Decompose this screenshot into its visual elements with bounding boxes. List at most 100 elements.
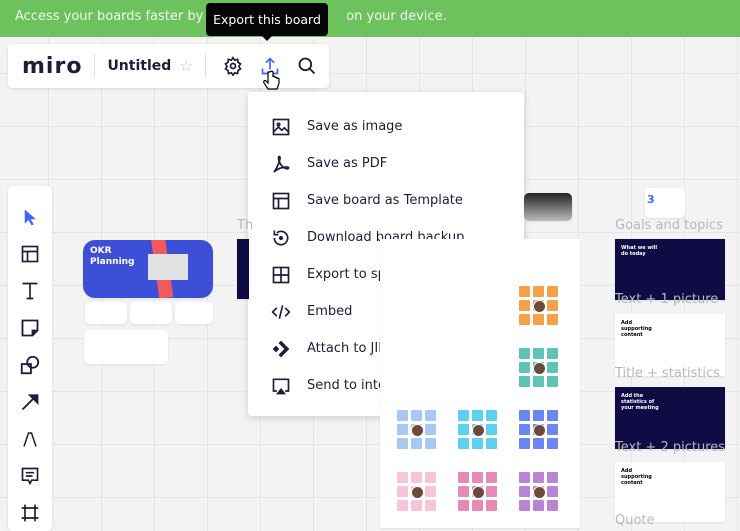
team-tile bbox=[486, 500, 497, 511]
avatar bbox=[411, 424, 424, 437]
team-tile bbox=[397, 500, 408, 511]
team-tile bbox=[397, 486, 408, 497]
avatar bbox=[533, 424, 546, 437]
team-tile bbox=[533, 286, 544, 297]
team-tile bbox=[425, 486, 436, 497]
jira-icon bbox=[270, 338, 292, 360]
okr-note[interactable] bbox=[175, 302, 213, 324]
team-tile bbox=[411, 472, 422, 483]
team-tile bbox=[547, 314, 558, 325]
okr-card[interactable]: OKR Planning bbox=[83, 240, 213, 298]
tool-sticky-note[interactable] bbox=[8, 309, 52, 346]
menu-item-save-template[interactable]: Save board as Template bbox=[248, 182, 524, 219]
team-tile bbox=[547, 424, 558, 435]
team-tile bbox=[397, 424, 408, 435]
settings-icon[interactable] bbox=[218, 51, 248, 81]
okr-note[interactable] bbox=[130, 302, 172, 324]
avatar bbox=[533, 300, 546, 313]
video-thumbnail[interactable] bbox=[524, 193, 572, 221]
tool-shapes[interactable] bbox=[8, 346, 52, 383]
team-tile bbox=[547, 348, 558, 359]
team-tile bbox=[397, 472, 408, 483]
team-tile bbox=[519, 472, 530, 483]
text-icon bbox=[22, 282, 38, 299]
team-tile bbox=[547, 286, 558, 297]
divider bbox=[94, 54, 96, 78]
section-label: Text + 2 pictures bbox=[615, 440, 726, 455]
avatar bbox=[472, 486, 485, 499]
cursor-icon bbox=[24, 209, 36, 225]
team-tile bbox=[547, 500, 558, 511]
board-title[interactable]: Untitled bbox=[107, 58, 171, 74]
team-tile bbox=[486, 438, 497, 449]
team-tile bbox=[547, 438, 558, 449]
avatar bbox=[411, 486, 424, 499]
sticky-note-icon bbox=[21, 319, 39, 336]
team-tile bbox=[547, 362, 558, 373]
avatar bbox=[472, 424, 485, 437]
avatar bbox=[533, 486, 546, 499]
team-tile bbox=[425, 500, 436, 511]
left-toolbar bbox=[8, 186, 52, 531]
team-tile bbox=[533, 438, 544, 449]
team-tile bbox=[472, 500, 483, 511]
team-tile bbox=[472, 438, 483, 449]
section-label: Quote bbox=[615, 513, 655, 528]
team-tile bbox=[533, 376, 544, 387]
tool-pen[interactable] bbox=[8, 420, 52, 457]
team-tile bbox=[519, 500, 530, 511]
slide[interactable]: What we will do today bbox=[615, 239, 725, 300]
tool-frame[interactable] bbox=[8, 494, 52, 531]
team-tile bbox=[533, 314, 544, 325]
embed-icon bbox=[270, 301, 292, 323]
team-tile bbox=[458, 472, 469, 483]
team-tile bbox=[486, 410, 497, 421]
section-label: Title + statistics bbox=[615, 366, 720, 381]
comment-icon bbox=[21, 467, 39, 485]
team-tile bbox=[533, 500, 544, 511]
menu-item-save-image[interactable]: Save as image bbox=[248, 108, 524, 145]
team-tile bbox=[425, 410, 436, 421]
frame-icon bbox=[21, 504, 39, 521]
tool-text[interactable] bbox=[8, 272, 52, 309]
hand-cursor-icon bbox=[263, 70, 280, 90]
star-icon[interactable]: ☆ bbox=[179, 57, 192, 75]
tool-select[interactable] bbox=[8, 198, 52, 235]
tool-arrow[interactable] bbox=[8, 383, 52, 420]
tool-templates[interactable] bbox=[8, 235, 52, 272]
spreadsheet-icon bbox=[270, 264, 292, 286]
template-icon bbox=[270, 190, 292, 212]
team-tile bbox=[458, 424, 469, 435]
team-tile bbox=[533, 348, 544, 359]
avatar bbox=[533, 362, 546, 375]
slide[interactable] bbox=[237, 239, 249, 299]
template-icon bbox=[21, 245, 39, 262]
team-tile bbox=[425, 424, 436, 435]
team-tile bbox=[533, 472, 544, 483]
team-tile bbox=[425, 472, 436, 483]
tool-comment[interactable] bbox=[8, 457, 52, 494]
team-tile bbox=[519, 376, 530, 387]
divider bbox=[204, 54, 206, 78]
arrow-icon bbox=[21, 393, 39, 410]
export-tooltip: Export this board bbox=[206, 3, 328, 41]
team-board[interactable] bbox=[380, 239, 580, 528]
okr-note[interactable] bbox=[85, 302, 127, 324]
install-banner: Access your boards faster by ins on your… bbox=[0, 0, 740, 37]
team-tile bbox=[519, 348, 530, 359]
step-card[interactable]: 3 bbox=[645, 188, 685, 218]
okr-note[interactable] bbox=[84, 330, 168, 364]
team-tile bbox=[547, 300, 558, 311]
menu-item-save-pdf[interactable]: Save as PDF bbox=[248, 145, 524, 182]
search-icon[interactable] bbox=[292, 51, 322, 81]
image-icon bbox=[270, 116, 292, 138]
team-tile bbox=[411, 500, 422, 511]
team-tile bbox=[547, 486, 558, 497]
team-tile bbox=[533, 410, 544, 421]
team-tile bbox=[519, 486, 530, 497]
frame-label: Th bbox=[237, 218, 254, 233]
team-tile bbox=[519, 438, 530, 449]
team-tile bbox=[425, 438, 436, 449]
miro-logo[interactable]: miro bbox=[22, 54, 82, 79]
team-tile bbox=[486, 424, 497, 435]
